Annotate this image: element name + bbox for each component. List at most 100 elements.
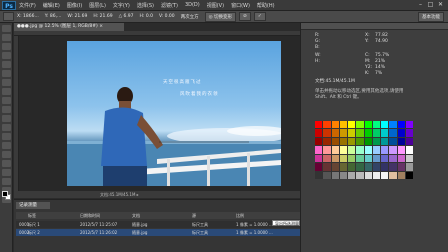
color-swatch[interactable]	[364, 146, 372, 154]
color-swatch[interactable]	[405, 163, 413, 171]
color-swatch[interactable]	[389, 171, 397, 179]
height-field[interactable]: H: 21.69	[93, 14, 112, 19]
color-swatch[interactable]	[397, 146, 405, 154]
menu-filter[interactable]: 滤镜(T)	[161, 2, 178, 9]
color-swatch[interactable]	[381, 171, 389, 179]
color-swatch[interactable]	[348, 129, 356, 137]
move-tool-icon[interactable]	[1, 25, 11, 32]
color-swatch[interactable]	[323, 163, 331, 171]
v-skew-field[interactable]: V: 0.00	[159, 14, 175, 19]
y-field[interactable]: Y: 86,...	[45, 14, 62, 19]
pen-tool-icon[interactable]	[1, 151, 11, 158]
color-swatch[interactable]	[323, 146, 331, 154]
color-swatch[interactable]	[364, 163, 372, 171]
color-swatch[interactable]	[331, 146, 339, 154]
angle-field[interactable]: △ 6.97	[119, 14, 134, 19]
color-swatch[interactable]	[356, 129, 364, 137]
info-panel-header[interactable]	[301, 23, 448, 30]
shape-tool-icon[interactable]	[1, 178, 11, 185]
color-swatch[interactable]	[348, 163, 356, 171]
color-swatch[interactable]	[339, 146, 347, 154]
color-swatch[interactable]	[397, 171, 405, 179]
marquee-tool-icon[interactable]	[1, 34, 11, 41]
crop-tool-icon[interactable]	[1, 61, 11, 68]
document-tab[interactable]: ●●●.jpg @ 12.5% (图层 1, RGB/8#) ×	[14, 23, 124, 31]
color-swatch[interactable]	[331, 171, 339, 179]
width-field[interactable]: W: 21.69	[67, 14, 87, 19]
color-swatch[interactable]	[339, 154, 347, 163]
color-swatch[interactable]	[323, 129, 331, 137]
color-swatch[interactable]	[397, 154, 405, 163]
color-swatch[interactable]	[397, 163, 405, 171]
color-swatch[interactable]	[356, 171, 364, 179]
color-swatch[interactable]	[331, 121, 339, 129]
color-swatch[interactable]	[389, 163, 397, 171]
color-swatch[interactable]	[356, 137, 364, 146]
color-swatch[interactable]	[364, 171, 372, 179]
color-swatch[interactable]	[364, 154, 372, 163]
color-swatch[interactable]	[348, 146, 356, 154]
quick-select-tool-icon[interactable]	[1, 52, 11, 59]
color-swatch[interactable]	[331, 163, 339, 171]
color-swatch[interactable]	[364, 129, 372, 137]
document-status-bar[interactable]: 文档:45.1M/45.1M ▸	[14, 191, 300, 198]
foreground-color-swatch[interactable]	[2, 191, 8, 197]
color-swatch[interactable]	[323, 154, 331, 163]
color-swatch[interactable]	[381, 146, 389, 154]
color-swatch[interactable]	[389, 154, 397, 163]
color-swatch[interactable]	[389, 121, 397, 129]
color-swatch[interactable]	[315, 154, 323, 163]
color-swatch[interactable]	[364, 121, 372, 129]
color-swatch[interactable]	[397, 137, 405, 146]
color-swatch[interactable]	[315, 146, 323, 154]
color-swatch[interactable]	[405, 171, 413, 179]
document-canvas-photo[interactable]: 天空很高雁飞过 风吹着我的衣领	[67, 41, 281, 186]
color-swatch[interactable]	[381, 163, 389, 171]
transform-tool-icon[interactable]	[3, 12, 14, 21]
history-brush-tool-icon[interactable]	[1, 106, 11, 113]
col-label[interactable]: 标签	[28, 213, 80, 219]
color-swatch[interactable]	[381, 154, 389, 163]
color-swatch[interactable]	[331, 154, 339, 163]
measurement-log-tab[interactable]: 记录测量	[16, 202, 50, 209]
color-swatch[interactable]	[372, 154, 380, 163]
color-swatch[interactable]	[315, 171, 323, 179]
color-swatch[interactable]	[389, 146, 397, 154]
color-swatch[interactable]	[356, 146, 364, 154]
color-swatch[interactable]	[372, 171, 380, 179]
color-swatch[interactable]	[323, 137, 331, 146]
col-datetime[interactable]: 日期和时间	[80, 213, 132, 219]
minimize-button[interactable]: –	[416, 1, 425, 9]
color-swatch[interactable]	[339, 137, 347, 146]
color-swatch[interactable]	[339, 121, 347, 129]
maximize-button[interactable]: □	[426, 1, 435, 9]
menu-select[interactable]: 选择(S)	[137, 2, 154, 9]
col-scale[interactable]: 比例	[236, 213, 300, 219]
color-swatch[interactable]	[348, 137, 356, 146]
color-swatch[interactable]	[405, 137, 413, 146]
cancel-transform-button[interactable]: ⊘	[239, 12, 251, 21]
color-swatch[interactable]	[381, 121, 389, 129]
workspace-select[interactable]: 基本功能	[418, 11, 444, 22]
table-row[interactable]: 0001 标尺 1 2012/5/7 11:25:07 随意.jpg 标尺工具 …	[16, 221, 300, 228]
x-field[interactable]: X: 1866...	[17, 14, 39, 19]
interpolation-select[interactable]: 两次立方	[181, 14, 199, 20]
lasso-tool-icon[interactable]	[1, 43, 11, 50]
brush-tool-icon[interactable]	[1, 88, 11, 95]
color-swatch[interactable]	[381, 137, 389, 146]
color-swatch[interactable]	[356, 154, 364, 163]
healing-tool-icon[interactable]	[1, 79, 11, 86]
h-skew-field[interactable]: H: 0.0	[139, 14, 153, 19]
color-swatch[interactable]	[339, 129, 347, 137]
menu-file[interactable]: 文件(F)	[19, 2, 36, 9]
col-document[interactable]: 文档	[132, 213, 192, 219]
table-row[interactable]: 0002 标尺 2 2012/5/7 11:26:02 随意.jpg 标尺工具 …	[16, 229, 300, 236]
color-swatch[interactable]	[405, 129, 413, 137]
color-swatch[interactable]	[339, 163, 347, 171]
color-swatch[interactable]	[405, 146, 413, 154]
dodge-tool-icon[interactable]	[1, 142, 11, 149]
eraser-tool-icon[interactable]	[1, 115, 11, 122]
color-swatch[interactable]	[348, 154, 356, 163]
eyedropper-tool-icon[interactable]	[1, 70, 11, 77]
color-swatch[interactable]	[315, 137, 323, 146]
